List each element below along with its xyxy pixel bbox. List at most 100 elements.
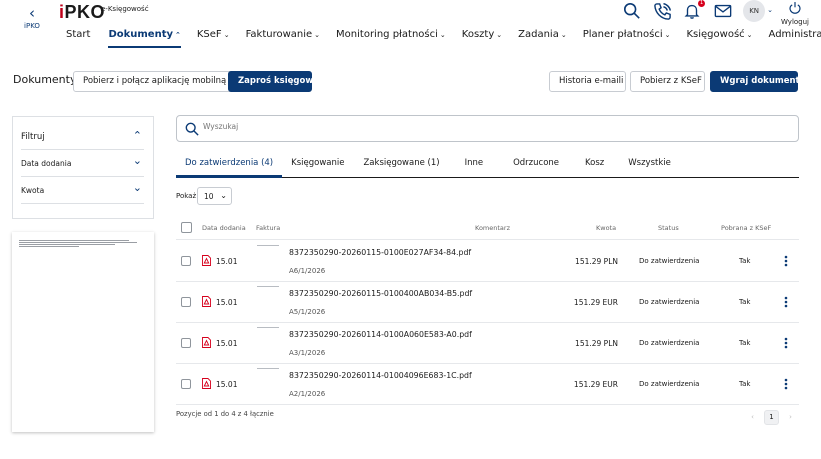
row-checkbox[interactable] [181, 379, 191, 389]
prev-page-button[interactable]: ‹ [745, 410, 760, 425]
col-amount[interactable]: Kwota [596, 224, 616, 232]
row-thumbnail[interactable] [257, 327, 279, 328]
row-ksef: Tak [739, 339, 751, 347]
pagination: ‹ 1 › [745, 410, 798, 425]
more-options-icon[interactable] [779, 377, 793, 391]
nav-item-ksef[interactable]: KSeF ⌄ [189, 29, 238, 45]
search-bar[interactable] [176, 115, 799, 142]
mail-icon[interactable] [713, 2, 733, 22]
tab-all[interactable]: Wszystkie [617, 152, 680, 177]
phone-icon[interactable] [653, 2, 673, 22]
row-checkbox[interactable] [181, 256, 191, 266]
tab-to-approve[interactable]: Do zatwierdzenia (4) [176, 152, 283, 178]
search-icon[interactable] [623, 2, 643, 22]
email-history-button[interactable]: Historia e-maili [549, 71, 626, 92]
tab-trash[interactable]: Kosz [572, 152, 617, 177]
nav-item-zadania[interactable]: Zadania ⌄ [510, 29, 575, 45]
avatar[interactable]: KN [743, 0, 766, 22]
document-tabs: Do zatwierdzenia (4) Księgowanie Zaksięg… [176, 152, 799, 178]
tab-booked[interactable]: Zaksięgowane (1) [353, 152, 448, 177]
power-icon [789, 2, 801, 14]
chevron-down-icon: ⌄ [664, 31, 671, 39]
row-filename[interactable]: 8372350290-20260114-0100A060E583-A0.pdf [289, 330, 472, 339]
pdf-icon [202, 255, 211, 266]
row-date: 15.01 [216, 298, 238, 307]
table-header: Data dodania Faktura Komentarz Kwota Sta… [176, 216, 799, 240]
col-status[interactable]: Status [658, 224, 679, 232]
tab-booking[interactable]: Księgowanie [282, 152, 353, 177]
filter-header[interactable]: Filtruj ⌃ [21, 129, 144, 142]
row-date: 15.01 [216, 339, 238, 348]
col-date[interactable]: Data dodania [202, 224, 246, 232]
page-size-select[interactable]: 10 ⌄ [197, 187, 232, 205]
page-button[interactable]: 1 [764, 410, 779, 425]
document-preview[interactable] [12, 232, 154, 432]
upload-documents-button[interactable]: Wgraj dokumenty [710, 71, 805, 92]
logout-label: Wyloguj [781, 18, 809, 26]
row-status: Do zatwierdzenia [639, 257, 700, 265]
more-options-icon[interactable] [779, 254, 793, 268]
col-invoice[interactable]: Faktura [256, 224, 280, 232]
chevron-down-icon: ⌄ [223, 31, 230, 39]
back-label: iPKO [24, 22, 40, 30]
chevron-down-icon: ⌄ [132, 154, 142, 167]
chevron-up-icon: ⌃ [175, 31, 181, 39]
nav-item-fakturowanie[interactable]: Fakturowanie ⌄ [238, 29, 328, 45]
nav-item-administracja[interactable]: Administracja⌄ [761, 29, 821, 45]
filter-amount[interactable]: Kwota ⌄ [21, 181, 144, 195]
row-status: Do zatwierdzenia [639, 298, 700, 306]
tab-rejected[interactable]: Odrzucone [498, 152, 572, 177]
row-invoice-number: A6/1/2026 [289, 267, 326, 275]
search-input[interactable] [203, 122, 703, 131]
main-nav: Start Dokumenty ⌃ KSeF ⌄ Fakturowanie ⌄ Mon… [58, 29, 821, 48]
col-ksef[interactable]: Pobrana z KSeF [721, 224, 771, 232]
select-all-checkbox[interactable] [181, 222, 192, 233]
chevron-down-icon: ⌄ [220, 191, 227, 200]
table-row[interactable]: 15.01 8372350290-20260115-0100E027AF34-8… [176, 241, 799, 282]
row-thumbnail[interactable] [257, 286, 279, 287]
row-thumbnail[interactable] [257, 245, 279, 246]
row-filename[interactable]: 8372350290-20260115-0100400AB034-B5.pdf [289, 289, 472, 298]
nav-item-planer[interactable]: Planer płatności ⌄ [575, 29, 679, 45]
row-ksef: Tak [739, 257, 751, 265]
fetch-ksef-button[interactable]: Pobierz z KSeF [630, 71, 705, 92]
col-comment[interactable]: Komentarz [475, 224, 510, 232]
more-options-icon[interactable] [779, 336, 793, 350]
row-invoice-number: A5/1/2026 [289, 308, 326, 316]
nav-item-dokumenty[interactable]: Dokumenty ⌃ [100, 29, 188, 48]
more-options-icon[interactable] [779, 295, 793, 309]
table-row[interactable]: 15.01 8372350290-20260114-01004096E683-1… [176, 364, 799, 405]
row-status: Do zatwierdzenia [639, 339, 700, 347]
bell-icon[interactable]: 1 [683, 0, 706, 22]
chevron-down-icon[interactable]: ⌄ [767, 6, 773, 14]
tab-other[interactable]: Inne [449, 152, 499, 177]
filter-date-added[interactable]: Data dodania ⌄ [21, 154, 144, 168]
chevron-down-icon: ⌄ [314, 31, 321, 39]
nav-item-monitoring[interactable]: Monitoring płatności ⌄ [328, 29, 454, 45]
page-title: Dokumenty [13, 73, 77, 86]
logout-button[interactable]: Wyloguj [781, 0, 809, 26]
chevron-down-icon: ⌄ [496, 31, 503, 39]
row-invoice-number: A3/1/2026 [289, 349, 326, 357]
invite-accountant-button[interactable]: Zaproś księgową [228, 71, 319, 92]
nav-item-start[interactable]: Start [58, 29, 100, 45]
row-thumbnail[interactable] [257, 368, 279, 369]
back-to-ipko[interactable]: ‹ iPKO [14, 6, 50, 31]
next-page-button[interactable]: › [783, 410, 798, 425]
mobile-app-button[interactable]: Pobierz i połącz aplikację mobilną [73, 71, 237, 92]
pko-logo: iPKO [59, 2, 106, 22]
nav-item-koszty[interactable]: Koszty ⌄ [454, 29, 510, 45]
pdf-icon [202, 296, 211, 307]
row-ksef: Tak [739, 380, 751, 388]
row-filename[interactable]: 8372350290-20260114-01004096E683-1C.pdf [289, 371, 472, 380]
row-amount: 151.29 PLN [575, 257, 618, 266]
row-filename[interactable]: 8372350290-20260115-0100E027AF34-84.pdf [289, 248, 471, 257]
filter-panel: Filtruj ⌃ Data dodania ⌄ Kwota ⌄ [12, 116, 154, 219]
nav-item-ksiegowosc[interactable]: Księgowość ⌄ [678, 29, 760, 45]
pagination-summary: Pozycje od 1 do 4 z 4 łącznie [176, 410, 274, 418]
row-checkbox[interactable] [181, 338, 191, 348]
row-date: 15.01 [216, 380, 238, 389]
row-checkbox[interactable] [181, 297, 191, 307]
table-row[interactable]: 15.01 8372350290-20260115-0100400AB034-B… [176, 282, 799, 323]
table-row[interactable]: 15.01 8372350290-20260114-0100A060E583-A… [176, 323, 799, 364]
